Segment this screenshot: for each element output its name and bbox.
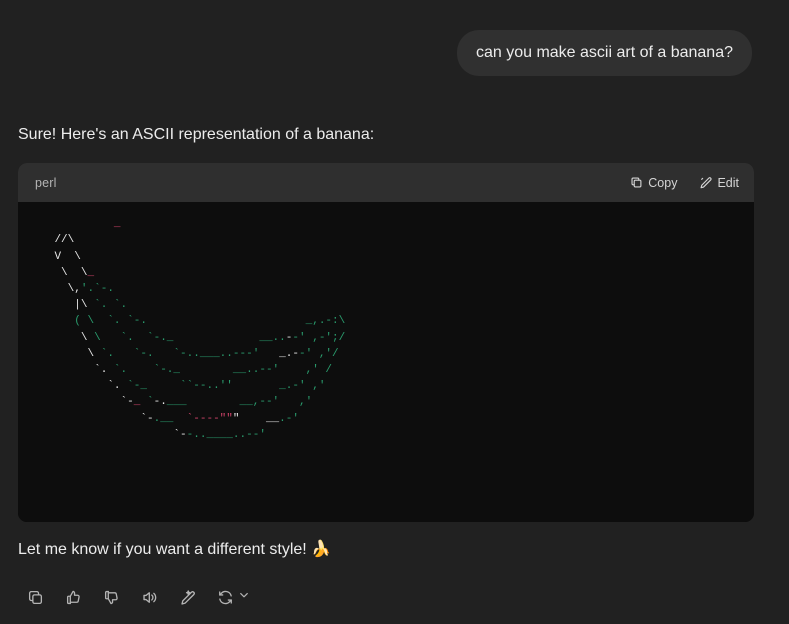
edit-sparkle-icon [179,589,196,606]
thumbs-up-icon [65,589,82,606]
thumbs-up-button[interactable] [58,582,88,612]
code-block-actions: Copy Edit [630,176,739,190]
message-action-bar [18,582,752,612]
edit-code-button[interactable]: Edit [699,176,739,190]
edit-code-label: Edit [717,175,739,190]
regenerate-icon [217,589,234,606]
assistant-intro-text: Sure! Here's an ASCII representation of … [18,126,375,144]
regenerate-control[interactable] [210,582,252,612]
chevron-down-icon [238,588,250,606]
read-aloud-button[interactable] [134,582,164,612]
conversation-thread: can you make ascii art of a banana? Sure… [0,0,789,624]
edit-in-canvas-button[interactable] [172,582,202,612]
code-block-header: perl Copy Edit [18,163,754,203]
pencil-icon [699,176,713,189]
user-message-row: can you make ascii art of a banana? [0,0,789,77]
assistant-outro-text: Let me know if you want a different styl… [18,541,332,559]
ascii-art-content: _ //\ V \ \ \_ \,'.`-. |\ `. `. ( \ `. `… [54,218,346,441]
copy-code-button[interactable]: Copy [630,176,677,190]
speaker-icon [141,589,158,606]
copy-message-button[interactable] [20,582,50,612]
assistant-message: Sure! Here's an ASCII representation of … [0,123,789,612]
user-message-bubble[interactable]: can you make ascii art of a banana? [456,30,752,77]
code-block-body[interactable]: _ //\ V \ \ \_ \,'.`-. |\ `. `. ( \ `. `… [18,202,754,523]
code-block: perl Copy Edit _ //\ V \ \ \_ \,'.`-. |\… [18,163,754,523]
copy-code-label: Copy [648,175,678,190]
copy-icon [630,176,643,189]
regenerate-dropdown-button[interactable] [236,582,252,612]
copy-icon [27,589,44,606]
code-language-label: perl [35,175,57,190]
thumbs-down-icon [103,589,120,606]
thumbs-down-button[interactable] [96,582,126,612]
